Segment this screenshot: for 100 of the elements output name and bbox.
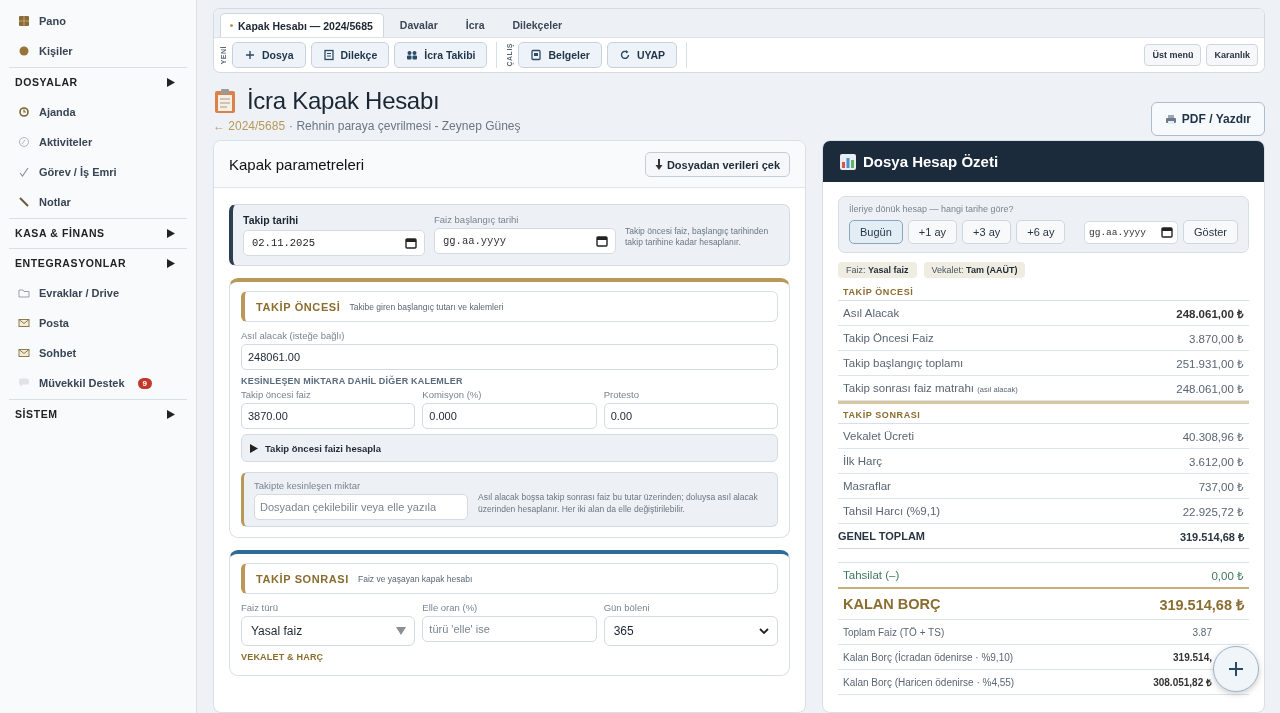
- subheading: KESİNLEŞEN MİKTARA DAHİL DİĞER KALEMLER: [241, 376, 464, 386]
- input-field[interactable]: 3870.00: [241, 403, 416, 429]
- toolbar-button[interactable]: Belgeler: [518, 42, 602, 68]
- subtitle: · Rehnin paraya çevrilmesi - Zeynep Güneş: [289, 119, 521, 133]
- help-text: Asıl alacak boşsa takip sonrası faiz bu tutar üzerinden; doluysa asıl alacak üzerinden hesaplanır. Her iki alan da elle değiştirilebilir.: [478, 491, 759, 515]
- date-field[interactable]: gg.aa.yyyy: [434, 228, 616, 254]
- toolbar-button[interactable]: Üst menü: [1144, 44, 1202, 66]
- row-label: Takip başlangıç toplamı: [843, 357, 964, 369]
- input-field[interactable]: 0.00: [603, 403, 778, 429]
- list-icon: [322, 49, 335, 61]
- summary-title: Dosya Hesap Özeti: [863, 153, 999, 170]
- tab[interactable]: İcra: [453, 13, 497, 37]
- input-field[interactable]: Dosyadan çekilebilir veya elle yazıla: [254, 494, 468, 520]
- row-value: 319.514,: [1173, 651, 1213, 663]
- row-label: Masraflar: [843, 480, 891, 492]
- tab[interactable]: Dilekçeler: [500, 13, 575, 37]
- info-tag: Faiz: Yasal faiz: [838, 262, 917, 278]
- row-label: İlk Harç: [843, 455, 882, 467]
- forecast-label: İleriye dönük hesap — hangi tarihe göre?: [849, 204, 1015, 214]
- expand-caret-icon: [167, 409, 175, 419]
- row-label: Takip Öncesi Faiz: [843, 332, 934, 344]
- calendar-icon: [596, 235, 608, 247]
- sidebar-item[interactable]: Pano: [0, 6, 196, 36]
- refresh-icon: [618, 49, 631, 61]
- help-text: Takip öncesi faiz, başlangıç tarihinden takip tarihine kadar hesaplanır.: [625, 226, 770, 248]
- card-title: Kapak parametreleri: [229, 156, 365, 173]
- expand-caret-icon: [167, 228, 175, 238]
- select-field[interactable]: 365: [603, 616, 778, 646]
- people-icon: [406, 49, 419, 61]
- period-button[interactable]: +3 ay: [962, 220, 1012, 244]
- row-value: 248.061,00 ₺: [1176, 306, 1244, 321]
- row-value: 0,00 ₺: [1211, 568, 1244, 583]
- toolbar-button[interactable]: UYAP: [606, 42, 678, 68]
- select-field[interactable]: Yasal faiz: [241, 616, 416, 646]
- info-tag: Vekalet: Tam (AAÜT): [923, 262, 1026, 278]
- field-label: Takipte kesinleşen miktar: [254, 480, 362, 491]
- sidebar-section-header[interactable]: KASA & FİNANS: [9, 218, 187, 247]
- section-title: TAKİP SONRASI: [256, 572, 349, 585]
- row-value: 3.870,00 ₺: [1189, 331, 1244, 346]
- period-button[interactable]: +1 ay: [907, 220, 958, 244]
- fetch-button[interactable]: Dosyadan verileri çek: [644, 152, 790, 177]
- toolbar-button[interactable]: Dosya: [232, 42, 306, 68]
- grid-icon: [18, 15, 30, 27]
- sidebar-item[interactable]: Kişiler: [0, 36, 196, 66]
- clipboard-icon: [213, 88, 237, 114]
- row-value: 319.514,68 ₺: [1179, 529, 1244, 544]
- summary-section-heading: TAKİP ÖNCESİ: [838, 283, 1249, 301]
- date-field[interactable]: 02.11.2025: [243, 230, 425, 256]
- check-icon: [18, 166, 30, 178]
- input-field[interactable]: türü 'elle' ise: [422, 616, 597, 642]
- toolbar-button[interactable]: Karanlık: [1206, 44, 1258, 66]
- section-title: TAKİP ÖNCESİ: [256, 300, 341, 313]
- row-value: 737,00 ₺: [1198, 479, 1244, 494]
- period-button[interactable]: +6 ay: [1016, 220, 1066, 244]
- row-label: Kalan Borç (İcradan ödenirse · %9,10): [843, 651, 1014, 663]
- plus-icon: [1228, 661, 1244, 677]
- row-label: Asıl Alacak: [843, 307, 900, 319]
- clock-icon: [18, 106, 30, 118]
- summary-section-heading: TAKİP SONRASI: [838, 401, 1249, 424]
- sidebar-section-header[interactable]: ENTEGRASYONLAR: [9, 248, 187, 277]
- toolbar-button[interactable]: İcra Takibi: [394, 42, 488, 68]
- input-field[interactable]: 248061.00: [241, 344, 778, 370]
- field-label: Takip tarihi: [243, 214, 300, 226]
- disclosure-toggle[interactable]: Takip öncesi faizi hesapla: [241, 434, 778, 462]
- sidebar-item[interactable]: Notlar: [0, 187, 196, 217]
- field-label: Faiz başlangıç tarihi: [434, 214, 520, 225]
- tab[interactable]: Kapak Hesabı — 2024/5685: [220, 13, 384, 37]
- row-label: KALAN BORÇ: [843, 596, 941, 612]
- print-button[interactable]: PDF / Yazdır: [1150, 102, 1265, 136]
- sidebar-item[interactable]: Aktiviteler: [0, 127, 196, 157]
- field-label: Elle oran (%): [422, 602, 479, 613]
- show-button[interactable]: Göster: [1183, 220, 1238, 244]
- caret-icon: [250, 443, 258, 453]
- input-field[interactable]: 0.000: [422, 403, 597, 429]
- row-label: GENEL TOPLAM: [838, 530, 925, 542]
- sidebar-item[interactable]: Evraklar / Drive: [0, 278, 196, 308]
- period-button[interactable]: Bugün: [849, 220, 903, 244]
- calendar-icon: [405, 237, 417, 249]
- sidebar-item[interactable]: Görev / İş Emri: [0, 157, 196, 187]
- row-value: 3.87: [1192, 626, 1213, 638]
- chevron-down-icon: [759, 627, 769, 635]
- sidebar-section-header[interactable]: DOSYALAR: [9, 67, 187, 96]
- row-label: Toplam Faiz (TÖ + TS): [843, 626, 945, 638]
- sidebar-section-header[interactable]: SİSTEM: [9, 399, 187, 428]
- sidebar-item[interactable]: Sohbet: [0, 338, 196, 368]
- tab[interactable]: Davalar: [387, 13, 450, 37]
- page-title: İcra Kapak Hesabı: [247, 87, 440, 115]
- row-value: 40.308,96 ₺: [1182, 429, 1244, 444]
- toolbar-button[interactable]: Dilekçe: [310, 42, 390, 68]
- sidebar-item[interactable]: Posta: [0, 308, 196, 338]
- sidebar-item[interactable]: Müvekkil Destek 9: [0, 368, 196, 398]
- expand-caret-icon: [167, 77, 175, 87]
- row-value: 22.925,72 ₺: [1182, 504, 1244, 519]
- row-value: 308.051,82 ₺: [1153, 676, 1213, 689]
- field-label: Protesto: [603, 389, 641, 400]
- sidebar-item[interactable]: Ajanda: [0, 97, 196, 127]
- date-field[interactable]: gg.aa.yyyy: [1084, 220, 1178, 244]
- envelope-icon: [18, 347, 30, 359]
- section-subtitle: Takibe giren başlangıç tutarı ve kalemleri: [349, 301, 504, 312]
- row-value: 3.612,00 ₺: [1189, 454, 1244, 469]
